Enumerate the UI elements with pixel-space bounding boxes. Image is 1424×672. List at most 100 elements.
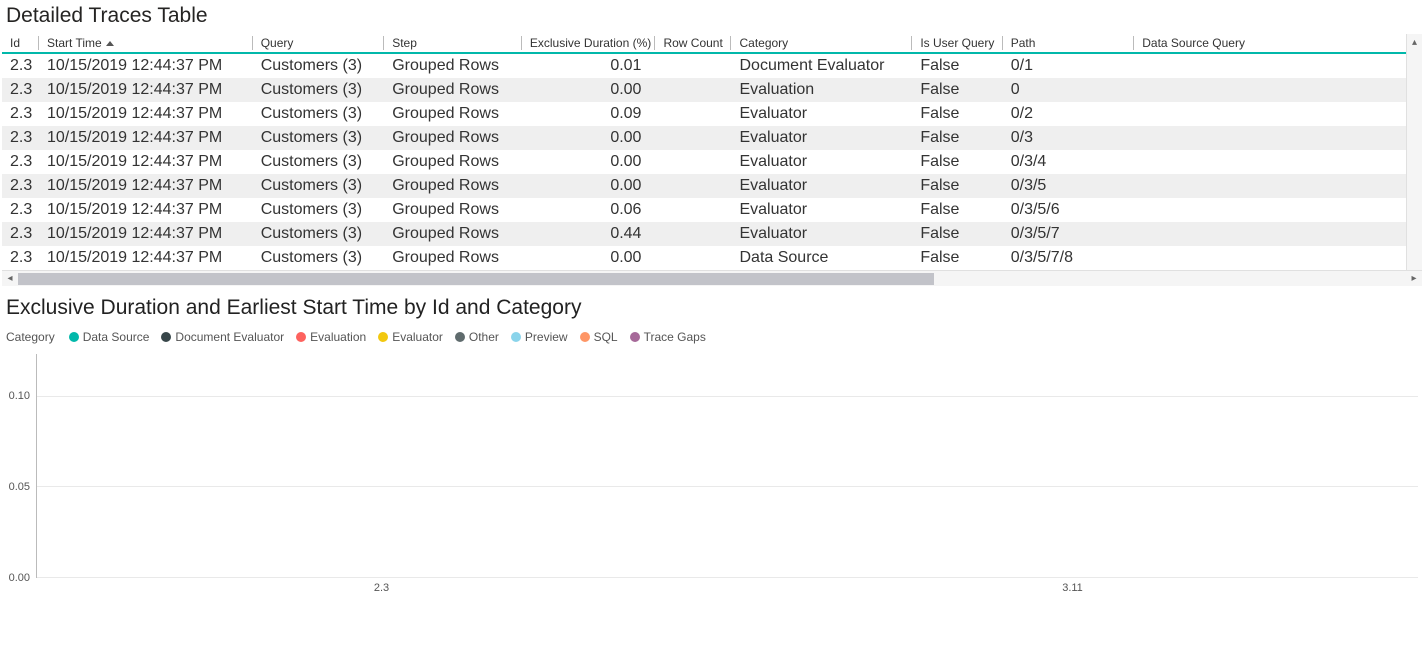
legend-item[interactable]: Data Source [69, 330, 150, 344]
table-row[interactable]: 2.310/15/2019 12:44:37 PMCustomers (3)Gr… [2, 150, 1422, 174]
table-row[interactable]: 2.310/15/2019 12:44:37 PMCustomers (3)Gr… [2, 78, 1422, 102]
table-row[interactable]: 2.310/15/2019 12:44:37 PMCustomers (3)Gr… [2, 126, 1422, 150]
col-header-is-user-query[interactable]: Is User Query [912, 34, 1002, 53]
cell-rowcount [655, 53, 731, 78]
table-row[interactable]: 2.310/15/2019 12:44:37 PMCustomers (3)Gr… [2, 102, 1422, 126]
cell-category: Evaluation [731, 78, 912, 102]
cell-path: 0/3/5/7/8 [1003, 246, 1135, 270]
cell-rowcount [655, 222, 731, 246]
cell-dur: 0.00 [522, 78, 656, 102]
table-row[interactable]: 2.310/15/2019 12:44:37 PMCustomers (3)Gr… [2, 198, 1422, 222]
cell-start: 10/15/2019 12:44:37 PM [39, 102, 253, 126]
table-horizontal-scrollbar[interactable]: ◂ ▸ [2, 270, 1422, 286]
chart-plot[interactable] [36, 354, 1418, 578]
scroll-track[interactable] [18, 271, 1406, 287]
cell-dsq [1134, 222, 1422, 246]
cell-rowcount [655, 126, 731, 150]
cell-query: Customers (3) [253, 174, 385, 198]
cell-query: Customers (3) [253, 53, 385, 78]
cell-start: 10/15/2019 12:44:37 PM [39, 222, 253, 246]
cell-path: 0/3/5 [1003, 174, 1135, 198]
cell-dsq [1134, 78, 1422, 102]
scroll-right-icon[interactable]: ▸ [1406, 271, 1422, 287]
cell-dur: 0.00 [522, 126, 656, 150]
cell-id: 2.3 [2, 150, 39, 174]
cell-userq: False [912, 102, 1002, 126]
cell-category: Evaluator [731, 222, 912, 246]
cell-start: 10/15/2019 12:44:37 PM [39, 246, 253, 270]
cell-userq: False [912, 150, 1002, 174]
cell-dsq [1134, 102, 1422, 126]
table-row[interactable]: 2.310/15/2019 12:44:37 PMCustomers (3)Gr… [2, 174, 1422, 198]
table-row[interactable]: 2.310/15/2019 12:44:37 PMCustomers (3)Gr… [2, 246, 1422, 270]
scroll-up-icon[interactable]: ▴ [1407, 34, 1422, 50]
legend-item-label: SQL [594, 330, 618, 344]
cell-start: 10/15/2019 12:44:37 PM [39, 53, 253, 78]
cell-path: 0 [1003, 78, 1135, 102]
cell-path: 0/2 [1003, 102, 1135, 126]
cell-dsq [1134, 126, 1422, 150]
chart-area[interactable]: 0.000.050.10 2.33.11 [2, 354, 1422, 598]
col-header-id[interactable]: Id [2, 34, 39, 53]
traces-table-wrap: Id Start Time Query Step Exclusive Durat… [2, 34, 1422, 286]
col-header-data-source-query[interactable]: Data Source Query [1134, 34, 1422, 53]
cell-userq: False [912, 222, 1002, 246]
cell-step: Grouped Rows [384, 126, 522, 150]
col-header-step[interactable]: Step [384, 34, 522, 53]
cell-userq: False [912, 198, 1002, 222]
cell-rowcount [655, 198, 731, 222]
cell-dsq [1134, 150, 1422, 174]
traces-table[interactable]: Id Start Time Query Step Exclusive Durat… [2, 34, 1422, 270]
cell-dsq [1134, 198, 1422, 222]
cell-start: 10/15/2019 12:44:37 PM [39, 174, 253, 198]
cell-category: Data Source [731, 246, 912, 270]
legend-item[interactable]: Document Evaluator [161, 330, 284, 344]
cell-start: 10/15/2019 12:44:37 PM [39, 198, 253, 222]
cell-step: Grouped Rows [384, 53, 522, 78]
legend-item-label: Preview [525, 330, 568, 344]
legend-item[interactable]: Other [455, 330, 499, 344]
col-header-exclusive-duration[interactable]: Exclusive Duration (%) [522, 34, 656, 53]
cell-start: 10/15/2019 12:44:37 PM [39, 126, 253, 150]
scroll-thumb[interactable] [18, 273, 934, 285]
col-header-query[interactable]: Query [253, 34, 385, 53]
legend-swatch-icon [630, 332, 640, 342]
legend-item-label: Evaluator [392, 330, 443, 344]
chart-legend: Category Data SourceDocument EvaluatorEv… [0, 328, 1424, 354]
cell-query: Customers (3) [253, 198, 385, 222]
cell-id: 2.3 [2, 222, 39, 246]
cell-rowcount [655, 102, 731, 126]
scroll-left-icon[interactable]: ◂ [2, 271, 18, 287]
cell-userq: False [912, 246, 1002, 270]
cell-category: Evaluator [731, 102, 912, 126]
legend-item[interactable]: Preview [511, 330, 568, 344]
cell-query: Customers (3) [253, 102, 385, 126]
cell-query: Customers (3) [253, 78, 385, 102]
col-header-start-time[interactable]: Start Time [39, 34, 253, 53]
cell-category: Evaluator [731, 174, 912, 198]
col-header-category[interactable]: Category [731, 34, 912, 53]
legend-item-label: Evaluation [310, 330, 366, 344]
y-tick-label: 0.05 [9, 481, 30, 493]
table-vertical-scrollbar[interactable]: ▴ ▾ [1406, 34, 1422, 286]
legend-item-label: Trace Gaps [644, 330, 706, 344]
cell-userq: False [912, 126, 1002, 150]
cell-rowcount [655, 246, 731, 270]
legend-item[interactable]: Evaluation [296, 330, 366, 344]
cell-category: Evaluator [731, 126, 912, 150]
table-row[interactable]: 2.310/15/2019 12:44:37 PMCustomers (3)Gr… [2, 53, 1422, 78]
legend-item[interactable]: Trace Gaps [630, 330, 706, 344]
cell-dsq [1134, 246, 1422, 270]
sort-asc-icon [106, 41, 114, 46]
cell-category: Evaluator [731, 150, 912, 174]
x-tick-label: 2.3 [36, 580, 727, 598]
cell-id: 2.3 [2, 102, 39, 126]
legend-item[interactable]: Evaluator [378, 330, 443, 344]
legend-item[interactable]: SQL [580, 330, 618, 344]
cell-step: Grouped Rows [384, 222, 522, 246]
col-header-path[interactable]: Path [1003, 34, 1135, 53]
table-row[interactable]: 2.310/15/2019 12:44:37 PMCustomers (3)Gr… [2, 222, 1422, 246]
cell-category: Evaluator [731, 198, 912, 222]
col-header-row-count[interactable]: Row Count [655, 34, 731, 53]
legend-swatch-icon [161, 332, 171, 342]
